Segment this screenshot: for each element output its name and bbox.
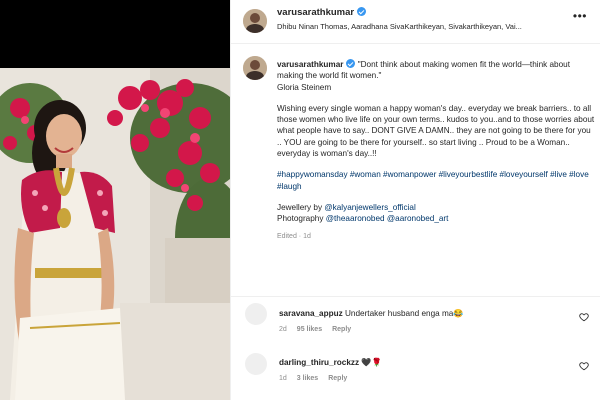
photography-credit: Photography @theaaronobed @aaronobed_art — [277, 213, 595, 224]
caption-author-avatar[interactable] — [243, 56, 267, 80]
comment-meta: 1d 3 likes Reply — [279, 375, 357, 382]
author-avatar[interactable] — [243, 9, 267, 33]
divider — [231, 296, 600, 297]
reply-button[interactable]: Reply — [328, 375, 347, 382]
comment-item: darling_thiru_rockzz 🖤🌹 1d 3 likes Reply — [231, 350, 600, 400]
more-options-icon[interactable]: ••• — [573, 9, 587, 23]
jewellery-mention[interactable]: @kalyanjewellers_official — [324, 203, 415, 212]
caption-quote-author: Gloria Steinem — [277, 82, 332, 92]
comment-meta: 2d 95 likes Reply — [279, 326, 361, 333]
jewellery-credit: Jewellery by @kalyanjewellers_official — [277, 202, 595, 213]
comment-text: saravana_appuz Undertaker husband enga m… — [279, 309, 464, 319]
caption-hashtags[interactable]: #happywomansday #woman #womanpower #live… — [277, 169, 595, 192]
comments-panel: varusarathkumar Dhibu Ninan Thomas, Aara… — [230, 0, 600, 400]
photography-credit-label: Photography — [277, 214, 326, 224]
jewellery-credit-label: Jewellery by — [277, 202, 325, 212]
photographer-mention-2[interactable]: @aaronobed_art — [387, 214, 449, 223]
author-username-text[interactable]: varusarathkumar — [277, 7, 354, 18]
reply-button[interactable]: Reply — [332, 326, 351, 333]
comment-text: darling_thiru_rockzz 🖤🌹 — [279, 358, 382, 368]
comment-item: saravana_appuz Undertaker husband enga m… — [231, 300, 600, 350]
tagged-users[interactable]: Dhibu Ninan Thomas, Aaradhana SivaKarthi… — [277, 22, 577, 31]
comment-age[interactable]: 2d — [279, 326, 287, 333]
photo-illustration — [0, 68, 230, 400]
heart-icon[interactable] — [579, 361, 589, 371]
comment-likes[interactable]: 95 likes — [297, 326, 322, 333]
caption-edited-time: Edited · 1d — [277, 232, 311, 240]
commenter-avatar[interactable] — [245, 303, 267, 325]
photographer-mention-1[interactable]: @theaaronobed — [326, 214, 385, 223]
caption-username[interactable]: varusarathkumar — [277, 60, 343, 69]
commenter-avatar[interactable] — [245, 353, 267, 375]
post-photo — [0, 68, 230, 400]
comment-content: Undertaker husband enga ma😂 — [345, 309, 464, 318]
comment-username[interactable]: darling_thiru_rockzz — [279, 358, 359, 367]
verified-badge-icon — [346, 59, 356, 68]
caption-message: Wishing every single woman a happy woman… — [277, 103, 595, 159]
caption-body: varusarathkumar "Dont think about making… — [277, 59, 595, 242]
post-header: varusarathkumar Dhibu Ninan Thomas, Aara… — [231, 0, 600, 44]
author-username[interactable]: varusarathkumar — [277, 7, 367, 18]
comment-likes[interactable]: 3 likes — [297, 375, 318, 382]
comment-content: 🖤🌹 — [361, 358, 382, 367]
post-media[interactable] — [0, 0, 230, 400]
comment-age[interactable]: 1d — [279, 375, 287, 382]
heart-icon[interactable] — [579, 312, 589, 322]
verified-badge-icon — [357, 7, 367, 16]
comment-username[interactable]: saravana_appuz — [279, 309, 343, 318]
